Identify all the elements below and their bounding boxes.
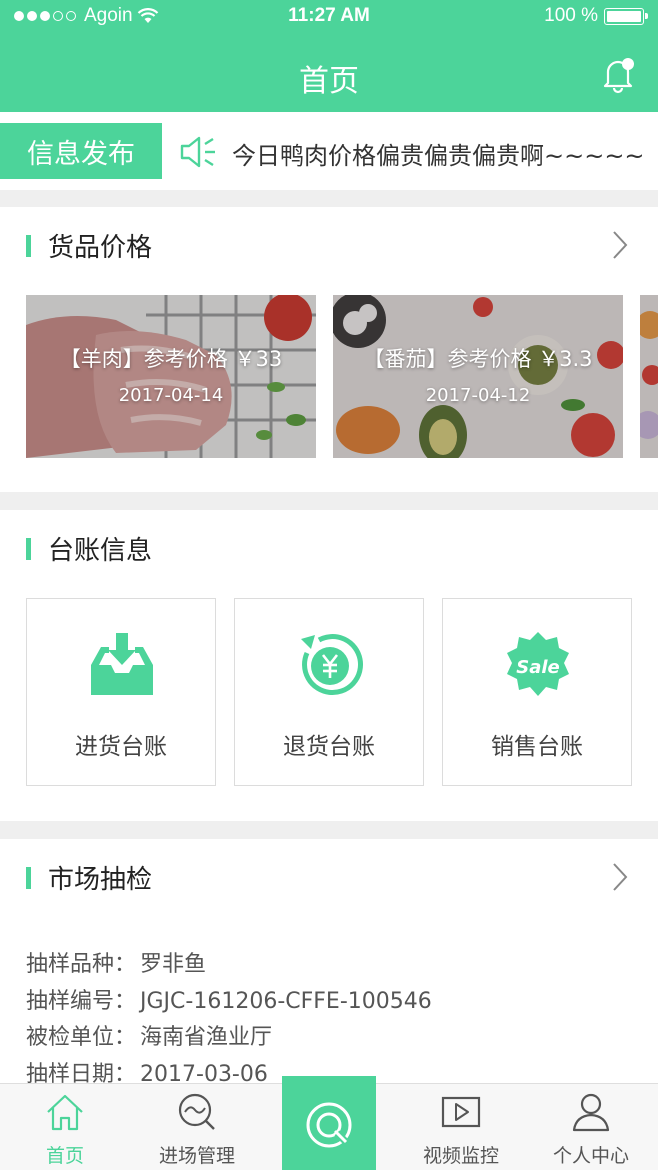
ledger-section-header: 台账信息	[0, 530, 658, 570]
goods-card-title: 【羊肉】参考价格 ￥33	[59, 347, 283, 371]
ticker-label: 信息发布	[0, 123, 162, 179]
return-ledger-button[interactable]: 退货台账	[234, 598, 424, 786]
bottom-tab-bar: 首页 进场管理 视频监控 个人中心	[0, 1076, 658, 1170]
status-bar: Agoin 11:27 AM 100 %	[0, 0, 658, 34]
sale-badge-icon: Sale	[507, 632, 569, 696]
chevron-right-icon[interactable]	[610, 861, 630, 893]
tab-home[interactable]: 首页	[10, 1084, 120, 1170]
inspection-section-header[interactable]: 市场抽检	[0, 859, 658, 899]
top-bar: Agoin 11:27 AM 100 % 首页	[0, 0, 658, 112]
svg-text:Sale: Sale	[516, 657, 560, 678]
market-inspection-section: 市场抽检 抽样品种： 罗非鱼 抽样编号： JGJC-161206-CFFE-1005…	[0, 839, 658, 1099]
ledger-grid: 进货台账 退货台账 Sale 销售台账	[26, 598, 632, 786]
ledger-section-title: 台账信息	[48, 536, 153, 566]
ledger-section: 台账信息 进货台账 退货台账 Sale 销售台账	[0, 510, 658, 821]
tab-entry-management[interactable]: 进场管理	[142, 1084, 252, 1170]
inspection-section-title: 市场抽检	[48, 865, 153, 895]
image-overlay	[333, 295, 623, 458]
tab-video-monitor[interactable]: 视频监控	[406, 1084, 516, 1170]
section-accent-bar	[26, 867, 31, 889]
inspection-row: 抽样编号： JGJC-161206-CFFE-100546	[26, 984, 432, 1021]
ledger-label: 退货台账	[283, 734, 375, 760]
video-play-icon	[441, 1096, 481, 1128]
bell-icon[interactable]	[598, 54, 638, 94]
chevron-right-icon[interactable]	[610, 229, 630, 261]
image-overlay	[640, 295, 658, 458]
purchase-ledger-button[interactable]: 进货台账	[26, 598, 216, 786]
goods-card-title: 【番茄】参考价格 ￥3.3	[363, 347, 593, 371]
ledger-label: 销售台账	[491, 734, 583, 760]
inspection-value: JGJC-161206-CFFE-100546	[140, 988, 432, 1014]
battery-percent: 100 %	[544, 5, 598, 26]
speaker-icon	[180, 136, 215, 168]
tab-profile[interactable]: 个人中心	[536, 1084, 646, 1170]
goods-card-date: 2017-04-12	[425, 385, 531, 406]
inspection-value: 罗非鱼	[140, 952, 207, 977]
sales-ledger-button[interactable]: Sale 销售台账	[442, 598, 632, 786]
tab-label: 个人中心	[552, 1145, 629, 1167]
home-icon	[47, 1094, 83, 1131]
goods-carousel[interactable]: 【羊肉】参考价格 ￥33 2017-04-14 【番茄】参考价格 ￥3.3 20…	[26, 295, 658, 458]
inspection-row: 被检单位： 海南省渔业厅	[26, 1020, 432, 1057]
inspection-details: 抽样品种： 罗非鱼 抽样编号： JGJC-161206-CFFE-100546 被检…	[26, 947, 432, 1093]
entry-search-icon	[178, 1093, 215, 1130]
inspection-key: 被检单位：	[26, 1025, 137, 1050]
goods-section-header[interactable]: 货品价格	[0, 227, 658, 267]
goods-section-title: 货品价格	[48, 233, 153, 263]
goods-card-date: 2017-04-14	[118, 385, 224, 406]
goods-card-tomato[interactable]: 【番茄】参考价格 ￥3.3 2017-04-12	[333, 295, 623, 458]
user-icon	[572, 1093, 610, 1132]
section-accent-bar	[26, 235, 31, 257]
ledger-label: 进货台账	[75, 734, 167, 760]
tab-label: 首页	[45, 1145, 84, 1167]
goods-card-partial[interactable]	[640, 295, 658, 458]
image-overlay	[26, 295, 316, 458]
goods-card-lamb[interactable]: 【羊肉】参考价格 ￥33 2017-04-14	[26, 295, 316, 458]
goods-price-section: 货品价格 【羊肉】参考价格 ￥33 2017-04-14 【番茄】参考价格 ￥3…	[0, 207, 658, 492]
scan-center-icon	[306, 1102, 353, 1149]
inbox-download-icon	[91, 633, 153, 695]
ticker-text[interactable]: 今日鸭肉价格偏贵偏贵偏贵啊~~~~~	[232, 136, 658, 171]
news-ticker[interactable]: 信息发布 今日鸭肉价格偏贵偏贵偏贵啊~~~~~	[0, 112, 658, 190]
section-accent-bar	[26, 538, 31, 560]
yuan-return-icon	[301, 634, 363, 695]
home-screen: Agoin 11:27 AM 100 % 首页 信息发布 今日鸭肉价格偏贵偏贵偏…	[0, 0, 658, 1170]
page-title: 首页	[299, 64, 359, 99]
battery-info: 100 %	[544, 5, 648, 27]
tab-label: 视频监控	[422, 1145, 499, 1167]
inspection-row: 抽样品种： 罗非鱼	[26, 947, 432, 984]
inspection-key: 抽样编号：	[26, 988, 137, 1014]
scan-center-button[interactable]	[282, 1076, 376, 1170]
inspection-value: 海南省渔业厅	[140, 1025, 273, 1050]
tab-label: 进场管理	[158, 1145, 235, 1167]
battery-icon	[604, 7, 648, 25]
inspection-key: 抽样品种：	[26, 952, 137, 977]
